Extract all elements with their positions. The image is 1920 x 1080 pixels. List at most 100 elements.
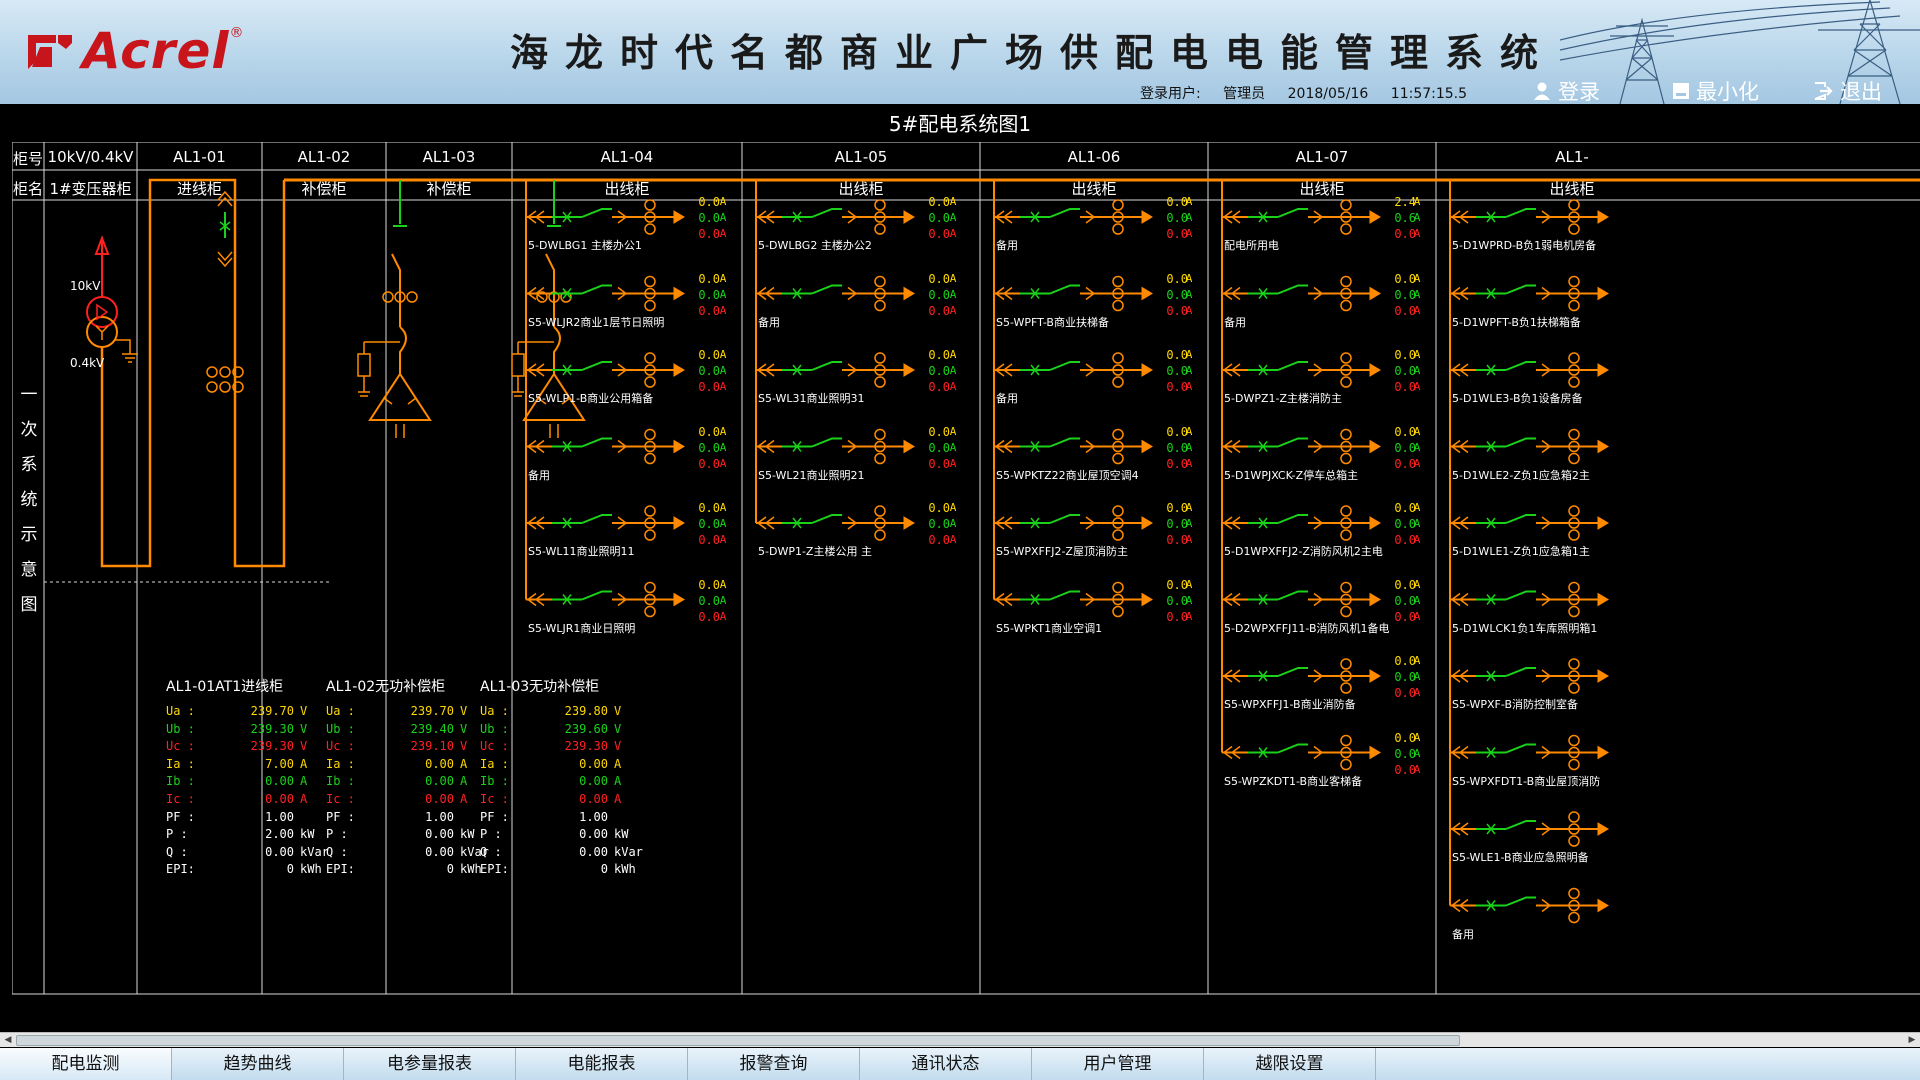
feeder-current-unit: A xyxy=(1185,593,1193,607)
tab-comm-status[interactable]: 通讯状态 xyxy=(860,1048,1032,1080)
feeder-current-unit: A xyxy=(1413,501,1421,514)
feeder-current-value: 0.0 xyxy=(698,287,720,302)
feeder-current-unit: A xyxy=(1413,746,1421,760)
ct-icon xyxy=(1112,428,1124,441)
breaker-blade xyxy=(581,514,612,524)
ct-icon xyxy=(1112,605,1124,618)
scroll-left-arrow-icon[interactable]: ◀ xyxy=(1,1033,15,1047)
disconnect-bottom-icon xyxy=(217,251,233,268)
meter-row: Ub : 239.30 V xyxy=(166,722,307,740)
load-arrow-icon xyxy=(1369,363,1381,377)
breaker-blade xyxy=(1277,590,1308,601)
ct-icon xyxy=(644,529,656,541)
meter-unit: A xyxy=(460,791,468,806)
feeder-current-unit: A xyxy=(1185,517,1193,530)
meter-row: Ua : 239.80 V xyxy=(480,704,621,722)
meter-row: P : 0.00 kW xyxy=(480,827,628,845)
one-line-diagram: 柜号 10kV/0.4kV AL1-01 AL1-02 AL1-03 AL1-04 AL1-… xyxy=(12,142,1920,997)
cabinet-no-cell: AL1- xyxy=(1555,148,1589,166)
load-arrow-icon xyxy=(1597,210,1609,224)
cabinet-name-cell: 出线柜 xyxy=(604,180,650,198)
feeder-name: 5-D1WPRD-B负1弱电机房备 xyxy=(1452,239,1597,252)
meter-row: Ib : 0.00 A xyxy=(166,774,307,792)
meter-row: Ia : 0.00 A xyxy=(326,757,467,775)
login-button[interactable]: 登录 xyxy=(1532,76,1600,104)
feeder-name: 5-D1WLE2-Z负1应急箱2主 xyxy=(1452,468,1590,482)
ct-icon xyxy=(874,505,886,517)
row-label-cabinet-name: 柜名 xyxy=(12,180,44,198)
tab-energy-report[interactable]: 电能报表 xyxy=(516,1048,688,1080)
meter-panel: AL1-03无功补偿柜 Ua : 239.80 V Ub : 239.60 V Uc : 239… xyxy=(480,676,643,880)
arrester-ground xyxy=(358,341,400,397)
feeder-circuit xyxy=(994,199,1153,235)
feeder-name: 备用 xyxy=(996,239,1018,252)
tab-distribution-monitor[interactable]: 配电监测 xyxy=(0,1048,172,1080)
meter-value: 0.00 xyxy=(425,844,454,859)
scrollbar-thumb[interactable] xyxy=(16,1035,1460,1046)
feeder-circuit xyxy=(994,275,1153,312)
page-title: 5#配电系统图1 xyxy=(888,112,1032,136)
breaker-blade xyxy=(581,361,612,371)
feeder-circuit xyxy=(1450,352,1609,388)
tab-parameter-report[interactable]: 电参量报表 xyxy=(344,1048,516,1080)
user-name: 管理员 xyxy=(1223,86,1266,102)
breaker-blade xyxy=(1049,437,1080,448)
feeder-current-unit: A xyxy=(719,440,727,454)
feeder-current-unit: A xyxy=(719,195,727,208)
feeder-name: S5-WL31商业照明31 xyxy=(758,392,865,405)
feeder-current-unit: A xyxy=(1413,670,1421,683)
feeder-current-unit: A xyxy=(1413,211,1421,224)
feeder-circuit xyxy=(756,199,915,235)
meter-value: 0.00 xyxy=(265,844,294,859)
exit-button[interactable]: 退出 xyxy=(1814,76,1882,104)
meter-value: 0 xyxy=(286,862,294,877)
side-label-char: 系 xyxy=(20,455,38,475)
meter-row: Ub : 239.40 V xyxy=(326,722,467,740)
meter-unit: kVar xyxy=(300,844,329,859)
feeder-circuit xyxy=(1222,658,1381,694)
breaker-blade xyxy=(1505,820,1536,830)
feeder-current-value: 0.0 xyxy=(698,593,720,608)
tab-limit-settings[interactable]: 越限设置 xyxy=(1204,1048,1376,1080)
meter-unit: A xyxy=(460,756,468,771)
breaker-blade xyxy=(811,361,842,371)
ct-icon xyxy=(206,366,218,378)
meter-title: AL1-03无功补偿柜 xyxy=(480,679,600,695)
ct-icon xyxy=(1340,223,1352,235)
meter-unit: V xyxy=(300,739,308,754)
exit-icon xyxy=(1814,82,1833,100)
arrester-icon xyxy=(357,353,371,377)
ct-icon xyxy=(644,352,656,364)
breaker-blade xyxy=(1505,437,1536,448)
meter-label: EPI: xyxy=(326,862,355,877)
tab-alarm-query[interactable]: 报警查询 xyxy=(688,1048,860,1080)
scroll-right-arrow-icon[interactable]: ▶ xyxy=(1905,1033,1919,1047)
side-label-char: 意 xyxy=(20,560,38,580)
cabinet-no-cell: AL1-03 xyxy=(422,148,476,166)
cabinet-no-cell: AL1-02 xyxy=(297,148,351,166)
feeder-current-value: 0.0 xyxy=(928,195,950,209)
feeder-name: 5-DWLBG2 主楼办公2 xyxy=(758,239,872,252)
meter-label: Uc : xyxy=(480,739,509,754)
meter-title: AL1-01AT1进线柜 xyxy=(166,679,284,695)
ct-icon xyxy=(1568,658,1580,670)
feeder-name: 5-D1WPFT-B负1扶梯箱备 xyxy=(1452,315,1581,329)
exit-button-label: 退出 xyxy=(1840,80,1882,104)
tab-trend-curve[interactable]: 趋势曲线 xyxy=(172,1048,344,1080)
ct-icon xyxy=(406,291,418,303)
feeder-current-unit: A xyxy=(1413,686,1421,699)
meter-unit: A xyxy=(300,791,308,806)
tab-user-management[interactable]: 用户管理 xyxy=(1032,1048,1204,1080)
meter-value: 0.00 xyxy=(579,774,608,789)
load-arrow-icon xyxy=(1369,210,1381,224)
feeder-current-unit: A xyxy=(719,364,727,377)
feeder-current-unit: A xyxy=(719,517,727,530)
feeder-current-value: 0.0 xyxy=(928,364,950,378)
feeder-current-unit: A xyxy=(1413,609,1421,623)
minimize-button[interactable]: 最小化 xyxy=(1672,76,1759,104)
feeder-current-unit: A xyxy=(949,287,957,301)
load-arrow-icon xyxy=(1369,516,1381,530)
feeder-circuit xyxy=(1222,352,1381,388)
meter-unit: kVar xyxy=(614,844,643,859)
horizontal-scrollbar[interactable]: ◀ ▶ xyxy=(0,1032,1920,1047)
